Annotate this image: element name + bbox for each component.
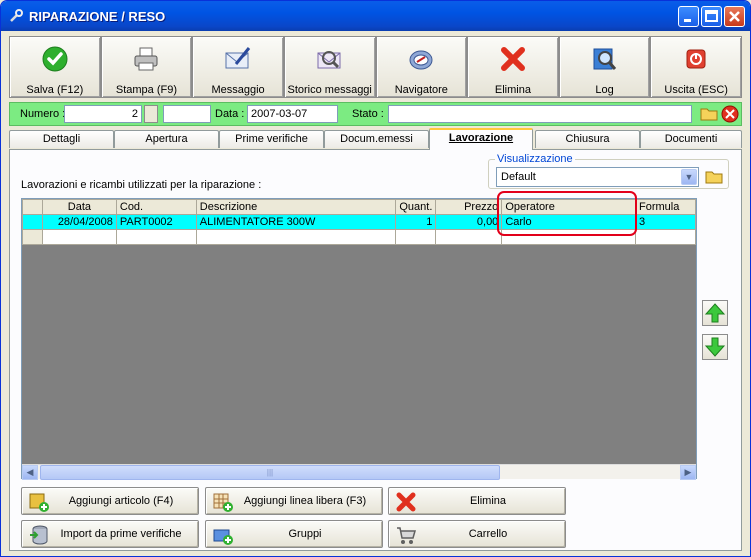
delete-button[interactable]: Elimina	[467, 36, 559, 98]
add-box-icon	[29, 493, 49, 512]
add-article-button[interactable]: Aggiungi articolo (F4)	[21, 487, 199, 515]
scroll-left-icon[interactable]: ◀	[22, 465, 38, 480]
arrow-down-icon	[704, 337, 726, 357]
row-indicator[interactable]	[22, 214, 43, 230]
column-header-cod[interactable]: Cod.	[115, 199, 197, 215]
maximize-button[interactable]	[701, 6, 722, 27]
tab-documenti[interactable]: Documenti	[640, 130, 742, 148]
log-button[interactable]: Log	[558, 36, 651, 98]
main-toolbar: Salva (F12) Stampa (F9) Messaggio Storic…	[9, 36, 742, 98]
cell-descrizione[interactable]: ALIMENTATORE 300W	[195, 214, 397, 230]
check-icon	[42, 46, 68, 72]
cart-icon	[397, 527, 416, 544]
tab-docum-emessi[interactable]: Docum.emessi	[324, 130, 429, 148]
lavorazioni-description: Lavorazioni e ricambi utilizzati per la …	[21, 179, 262, 191]
add-grid-icon	[213, 493, 233, 512]
save-button[interactable]: Salva (F12)	[9, 36, 101, 98]
cell-empty[interactable]	[41, 229, 117, 245]
main-window: RIPARAZIONE / RESO Salva (F12) Stampa (F…	[0, 0, 751, 557]
scroll-right-icon[interactable]: ▶	[680, 465, 696, 480]
printer-icon	[134, 47, 158, 71]
cell-empty[interactable]	[635, 229, 696, 245]
stato-label: Stato :	[352, 108, 384, 120]
maximize-icon	[705, 10, 718, 22]
message-history-button[interactable]: Storico messaggi	[283, 36, 376, 98]
scroll-thumb[interactable]: |||	[40, 465, 500, 480]
horizontal-scrollbar[interactable]: ◀ ||| ▶	[22, 464, 696, 480]
column-header-quant[interactable]: Quant.	[395, 199, 437, 215]
wrench-icon	[10, 9, 23, 22]
folder-icon[interactable]	[699, 104, 719, 124]
cell-empty[interactable]	[435, 229, 503, 245]
add-free-line-button[interactable]: Aggiungi linea libera (F3)	[205, 487, 383, 515]
cell-cod[interactable]: PART0002	[115, 214, 197, 230]
move-up-button[interactable]	[702, 300, 728, 326]
tab-lavorazione[interactable]: Lavorazione	[429, 128, 533, 150]
cell-empty[interactable]	[195, 229, 397, 245]
row-indicator[interactable]	[22, 229, 43, 245]
column-header-prezzo[interactable]: Prezzo	[435, 199, 503, 215]
envelope-pen-icon	[225, 47, 251, 69]
column-header-descrizione[interactable]: Descrizione	[195, 199, 397, 215]
title-bar[interactable]: RIPARAZIONE / RESO	[1, 1, 750, 31]
minimize-button[interactable]	[678, 6, 699, 27]
tab-dettagli[interactable]: Dettagli	[9, 130, 114, 148]
numero-field[interactable]: 2	[64, 105, 142, 123]
print-button[interactable]: Stampa (F9)	[100, 36, 193, 98]
row-indicator-header	[22, 199, 43, 215]
data-label: Data :	[215, 108, 245, 120]
groups-icon	[213, 529, 233, 545]
operatore-highlight	[497, 191, 637, 236]
numero-lookup-button[interactable]	[144, 105, 158, 123]
lavorazioni-grid[interactable]: Data Cod. Descrizione Quant. Prezzo Oper…	[21, 198, 697, 479]
groups-button[interactable]: Gruppi	[205, 520, 383, 548]
delete-x-icon	[396, 492, 416, 512]
tab-apertura[interactable]: Apertura	[114, 130, 219, 148]
arrow-up-icon	[704, 303, 726, 323]
document-header-bar: Numero : 2 Data : 2007-03-07 Stato :	[9, 102, 742, 126]
move-down-button[interactable]	[702, 334, 728, 360]
column-header-data[interactable]: Data	[41, 199, 117, 215]
cart-button[interactable]: Carrello	[388, 520, 566, 548]
cell-quant[interactable]: 1	[395, 214, 437, 230]
power-icon	[686, 49, 706, 69]
close-icon	[729, 11, 740, 22]
tab-strip: Dettagli Apertura Prime verifiche Docum.…	[9, 128, 742, 150]
envelope-search-icon	[317, 51, 341, 69]
delete-x-icon	[500, 47, 525, 71]
close-button[interactable]	[724, 6, 745, 27]
cell-empty[interactable]	[395, 229, 437, 245]
tab-prime-verifiche[interactable]: Prime verifiche	[219, 130, 324, 148]
clear-icon[interactable]	[721, 105, 739, 123]
visualizzazione-select[interactable]: Default ▼	[496, 167, 699, 187]
numero-suffix-field[interactable]	[163, 105, 211, 123]
column-header-formula[interactable]: Formula	[635, 199, 696, 215]
chevron-down-icon[interactable]: ▼	[681, 169, 697, 185]
exit-button[interactable]: Uscita (ESC)	[650, 36, 742, 98]
compass-icon	[409, 50, 433, 70]
data-field[interactable]: 2007-03-07	[247, 105, 338, 123]
minimize-icon	[684, 19, 691, 22]
log-search-icon	[593, 48, 616, 70]
visualizzazione-value: Default	[501, 171, 536, 183]
cell-empty[interactable]	[115, 229, 197, 245]
message-button[interactable]: Messaggio	[192, 36, 284, 98]
import-prime-verifiche-button[interactable]: Import da prime verifiche	[21, 520, 199, 548]
window-title: RIPARAZIONE / RESO	[29, 9, 166, 24]
navigator-button[interactable]: Navigatore	[375, 36, 468, 98]
numero-label: Numero :	[20, 108, 66, 120]
visualizzazione-label: Visualizzazione	[495, 153, 575, 165]
cell-data[interactable]: 28/04/2008	[41, 214, 117, 230]
cell-formula[interactable]: 3	[635, 214, 696, 230]
delete-line-button[interactable]: Elimina	[388, 487, 566, 515]
cell-prezzo[interactable]: 0,00	[435, 214, 503, 230]
open-folder-icon[interactable]	[703, 166, 725, 188]
tab-chiusura[interactable]: Chiusura	[535, 130, 640, 148]
import-database-icon	[30, 525, 48, 545]
stato-field[interactable]	[388, 105, 692, 123]
